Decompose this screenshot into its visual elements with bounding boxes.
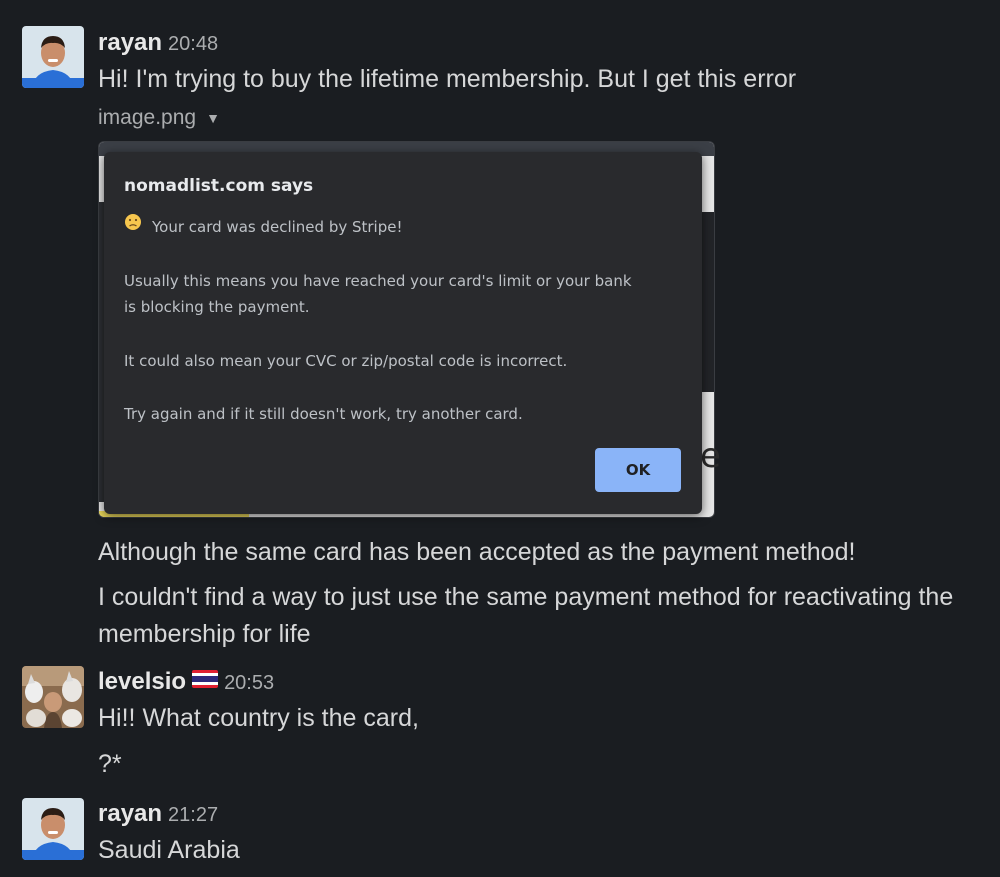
attachment-filename[interactable]: image.png ▼ <box>98 104 220 132</box>
author-name[interactable]: levelsio <box>98 668 186 695</box>
message-header: rayan 21:27 <box>98 799 218 830</box>
timestamp[interactable]: 20:53 <box>224 672 274 694</box>
alert-dialog: nomadlist.com says Your card was decline… <box>104 152 702 514</box>
screenshot-background <box>700 212 714 392</box>
avatar-rayan[interactable] <box>22 798 84 860</box>
attachment-filename-label: image.png <box>98 106 197 129</box>
message-text: Hi!! What country is the card, <box>98 704 419 732</box>
message-header: rayan 20:48 <box>98 28 218 59</box>
dialog-line: Your card was declined by Stripe! <box>124 214 403 240</box>
dialog-title: nomadlist.com says <box>124 176 314 196</box>
dialog-line-text: Your card was declined by Stripe! <box>152 218 403 236</box>
author-name[interactable]: rayan <box>98 29 162 56</box>
message-header: levelsio 20:53 <box>98 667 274 698</box>
dialog-line: is blocking the payment. <box>124 298 310 316</box>
dialog-line: Try again and if it still doesn't work, … <box>124 405 523 423</box>
message-text: I couldn't find a way to just use the sa… <box>98 583 954 611</box>
timestamp[interactable]: 20:48 <box>168 33 218 55</box>
worried-face-icon <box>124 213 142 239</box>
avatar-levelsio[interactable] <box>22 666 84 728</box>
thailand-flag-icon <box>192 666 219 696</box>
chat-pane: rayan 20:48 Hi! I'm trying to buy the lif… <box>0 0 1000 877</box>
message-text: Hi! I'm trying to buy the lifetime membe… <box>98 65 797 93</box>
timestamp[interactable]: 21:27 <box>168 804 218 826</box>
dialog-line: Usually this means you have reached your… <box>124 272 632 290</box>
dialog-line: It could also mean your CVC or zip/posta… <box>124 352 568 370</box>
chevron-down-icon[interactable]: ▼ <box>206 104 220 132</box>
ok-button[interactable]: OK <box>595 448 681 492</box>
message-text: ?* <box>98 750 122 778</box>
message-text: Although the same card has been accepted… <box>98 538 856 566</box>
avatar-rayan[interactable] <box>22 26 84 88</box>
screenshot-background-glyph: e <box>700 436 721 476</box>
author-name[interactable]: rayan <box>98 800 162 827</box>
message-text: Saudi Arabia <box>98 836 240 864</box>
message-text: membership for life <box>98 620 311 648</box>
